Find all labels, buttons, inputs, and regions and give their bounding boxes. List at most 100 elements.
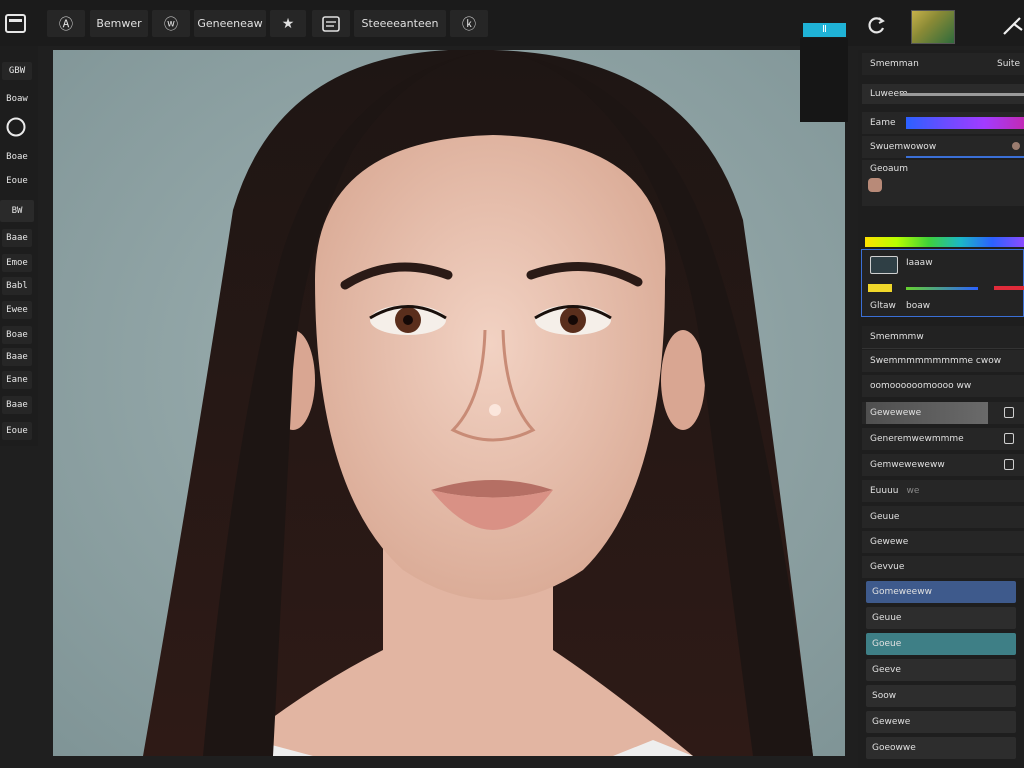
tool-slot-11[interactable]: Boae xyxy=(2,326,32,344)
swatch-row-label: Geoaum xyxy=(870,164,909,174)
separator xyxy=(862,348,1024,349)
tool-slot-1[interactable]: GBW xyxy=(2,62,32,80)
list-item-label: Gomeweeww xyxy=(872,587,932,597)
circle-tool-icon[interactable] xyxy=(5,116,27,138)
tool-icon-8: ⓚ xyxy=(462,16,476,33)
image-canvas[interactable] xyxy=(53,50,845,756)
tool-button-1[interactable]: Ⓐ xyxy=(47,10,85,37)
shield-icon[interactable] xyxy=(1004,407,1014,418)
list-item-label: Geeve xyxy=(872,665,901,675)
tool-button-6[interactable] xyxy=(312,10,350,37)
tool-slot-6[interactable]: BW xyxy=(0,200,34,222)
panel-header-right[interactable]: Suite xyxy=(997,59,1020,69)
color-thumbnail[interactable] xyxy=(911,10,955,44)
row-f[interactable]: Gemweweweww xyxy=(862,454,1024,476)
adjust-group: Iaaaw Gltaw boaw xyxy=(861,249,1024,317)
row-g[interactable]: Euuuu we xyxy=(862,480,1024,502)
tool-slot-15[interactable]: Eoue xyxy=(2,422,32,440)
panel-header-title: Smemman xyxy=(870,59,919,69)
row-g-right: we xyxy=(906,486,920,496)
rotate-icon[interactable] xyxy=(866,14,888,36)
hue-gradient-bar[interactable] xyxy=(906,117,1024,129)
tool-slot-10[interactable]: Ewee xyxy=(2,301,32,319)
brush-cursor-icon[interactable] xyxy=(1000,14,1024,38)
mode-badge[interactable]: Ⅱ xyxy=(803,23,846,37)
list-item-label: Goeue xyxy=(872,639,902,649)
mini-preview-panel xyxy=(800,38,848,122)
tool-slot-7-label: Baae xyxy=(6,233,28,243)
panel-header: Smemman Suite xyxy=(862,53,1024,75)
adjust-row2-label: Gltaw xyxy=(870,301,896,311)
list-item-label: Soow xyxy=(872,691,897,701)
list-item[interactable]: Goeowwe xyxy=(866,737,1016,759)
row-i[interactable]: Gewewe xyxy=(862,531,1024,553)
adjust-label: Iaaaw xyxy=(906,258,933,268)
list-item[interactable]: Soow xyxy=(866,685,1016,707)
tool-button-2[interactable]: Bemwer xyxy=(90,10,148,37)
tool-button-5[interactable]: ★ xyxy=(270,10,306,37)
tool-label-4: Geneeneaw xyxy=(197,17,263,30)
tool-slot-2[interactable]: Boaw xyxy=(2,90,32,108)
row-g-label: Euuuu xyxy=(870,486,899,496)
tool-slot-12[interactable]: Baae xyxy=(2,348,32,366)
layer-icon xyxy=(322,15,340,32)
list-item-label: Geuue xyxy=(872,613,902,623)
tool-button-7[interactable]: Steeeeanteen xyxy=(354,10,446,37)
row-e[interactable]: Generemwewmmme xyxy=(862,428,1024,450)
tool-icon-3: ⓦ xyxy=(164,16,178,33)
tool-slot-4[interactable]: Boae xyxy=(2,148,32,166)
tool-slot-8[interactable]: Emoe xyxy=(2,254,32,272)
tool-button-8[interactable]: ⓚ xyxy=(450,10,488,37)
list-item[interactable]: Gewewe xyxy=(866,711,1016,733)
list-item-active[interactable]: Goeue xyxy=(866,633,1016,655)
tool-slot-13-label: Eane xyxy=(6,375,28,385)
tool-button-3[interactable]: ⓦ xyxy=(152,10,190,37)
row-h[interactable]: Geuue xyxy=(862,506,1024,528)
row-f-label: Gemweweweww xyxy=(870,460,945,470)
slider-row[interactable]: Luweem xyxy=(862,84,1024,104)
mode-badge-label: Ⅱ xyxy=(822,24,827,35)
color-row[interactable]: Eame xyxy=(862,112,1024,134)
row-d[interactable]: Gewewewe xyxy=(862,402,1024,424)
tool-slot-14[interactable]: Baae xyxy=(2,396,32,414)
blue-level-bar[interactable] xyxy=(906,287,978,290)
image-icon[interactable] xyxy=(870,256,898,274)
yellow-chip[interactable] xyxy=(868,284,892,292)
tool-slot-10-label: Ewee xyxy=(6,305,28,315)
slider-track[interactable] xyxy=(900,93,1024,96)
gradient-swatch-dot[interactable] xyxy=(1012,142,1020,150)
link-icon[interactable] xyxy=(1004,459,1014,470)
row-b[interactable]: Swemmmmmmmmme cwow xyxy=(862,350,1024,372)
list-item[interactable]: Geuue xyxy=(866,607,1016,629)
row-c[interactable]: oomoooooomoooo ww xyxy=(862,375,1024,397)
row-a-label: Smemmmw xyxy=(870,332,924,342)
row-c-label: oomoooooomoooo ww xyxy=(870,381,972,391)
tool-slot-8-label: Emoe xyxy=(6,258,28,268)
spectrum-bar[interactable] xyxy=(865,237,1024,247)
tool-slot-13[interactable]: Eane xyxy=(2,371,32,389)
tool-button-4[interactable]: Geneeneaw xyxy=(194,10,266,37)
gradient-row[interactable]: Swuemwowow xyxy=(862,136,1024,158)
tool-slot-4-label: Boae xyxy=(6,152,28,162)
skin-swatch[interactable] xyxy=(868,178,882,192)
tool-icon-1: Ⓐ xyxy=(59,16,73,33)
tool-slot-11-label: Boae xyxy=(6,330,28,340)
list-item-selected[interactable]: Gomeweeww xyxy=(866,581,1016,603)
swatch-row[interactable]: Geoaum xyxy=(862,160,1024,206)
list-item-label: Goeowwe xyxy=(872,743,916,753)
row-i-label: Gewewe xyxy=(870,537,909,547)
tool-label-7: Steeeeanteen xyxy=(361,17,439,30)
tool-slot-15-label: Eoue xyxy=(6,426,28,436)
row-j[interactable]: Gevvue xyxy=(862,556,1024,578)
panel-toggle-icon[interactable] xyxy=(5,13,27,35)
tool-slot-7[interactable]: Baae xyxy=(2,229,32,247)
row-a[interactable]: Smemmmw xyxy=(862,326,1024,348)
tool-slot-5[interactable]: Eoue xyxy=(2,172,32,190)
list-item[interactable]: Geeve xyxy=(866,659,1016,681)
row-b-label: Swemmmmmmmmme cwow xyxy=(870,356,1002,366)
tool-slot-9[interactable]: Babl xyxy=(2,277,32,295)
tool-slot-1-label: GBW xyxy=(8,66,26,76)
red-chip[interactable] xyxy=(994,286,1024,290)
row-d-label: Gewewewe xyxy=(870,408,922,418)
shield-icon[interactable] xyxy=(1004,433,1014,444)
